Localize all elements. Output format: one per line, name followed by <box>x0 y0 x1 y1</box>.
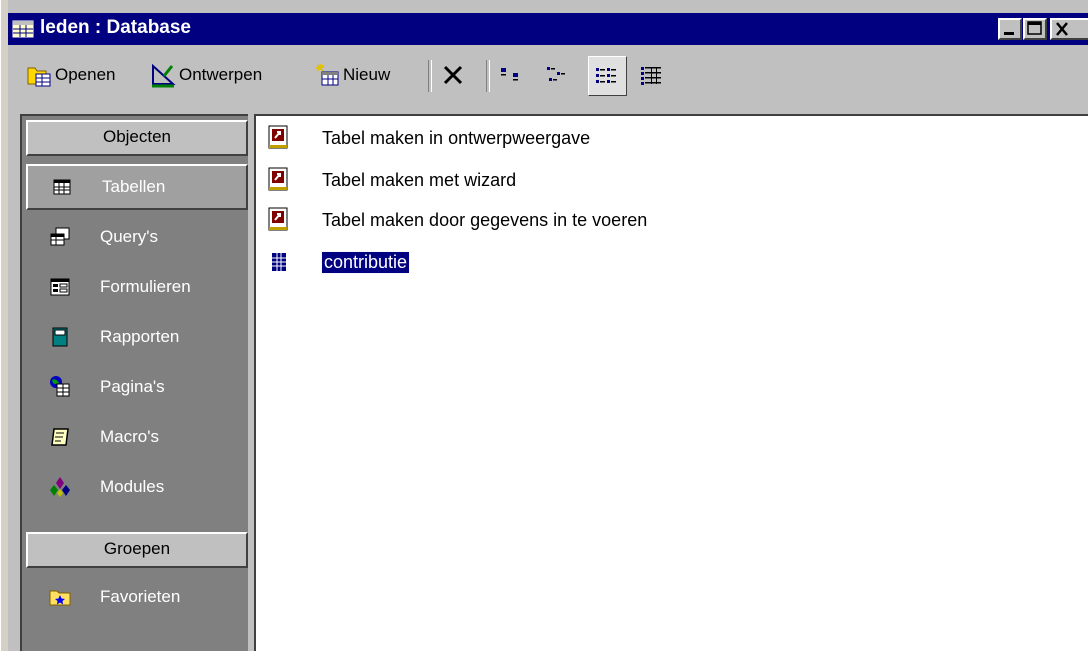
shortcut-icon <box>266 207 292 233</box>
sidebar-item-label: Formulieren <box>100 277 191 296</box>
sidebar-item-paginas[interactable]: Pagina's <box>26 364 248 410</box>
list-item[interactable]: Tabel maken in ontwerpweergave <box>266 122 590 154</box>
sidebar-item-querys[interactable]: Query's <box>26 214 248 260</box>
list-item-label: contributie <box>320 250 411 274</box>
sidebar-item-label: Rapporten <box>100 327 180 346</box>
design-icon <box>150 62 176 88</box>
title-bar[interactable]: leden : Database <box>8 13 1088 45</box>
object-list: Tabel maken in ontwerpweergave Tabel mak… <box>254 114 1088 651</box>
close-button[interactable] <box>1050 18 1088 40</box>
small-icons-view-button[interactable] <box>544 54 573 96</box>
sidebar-item-rapporten[interactable]: Rapporten <box>26 314 248 360</box>
details-view-button[interactable] <box>638 54 667 96</box>
sidebar-item-label: Macro's <box>100 427 159 446</box>
groups-header[interactable]: Groepen <box>26 532 248 568</box>
design-label: Ontwerpen <box>179 65 263 84</box>
new-icon <box>314 62 340 88</box>
sidebar-item-formulieren[interactable]: Formulieren <box>26 264 248 310</box>
new-button[interactable]: Nieuw <box>314 54 390 96</box>
page-icon <box>48 375 72 399</box>
table-icon <box>266 249 292 275</box>
table-icon <box>50 175 74 199</box>
database-window-icon <box>12 20 34 38</box>
sidebar-item-label: Tabellen <box>102 177 166 196</box>
list-item-label: Tabel maken in ontwerpweergave <box>322 127 591 148</box>
list-item-label: Tabel maken met wizard <box>322 169 517 190</box>
sidebar-item-tabellen[interactable]: Tabellen <box>26 164 248 210</box>
window-frame-left <box>0 0 8 651</box>
list-item-selected[interactable]: contributie <box>266 246 411 278</box>
favorites-folder-icon <box>48 585 72 609</box>
database-pane: Objecten Tabellen Query's Formulieren Ra… <box>8 112 1088 651</box>
large-icons-view-icon <box>498 62 524 88</box>
database-window: leden : Database Openen Ontwerpen Nieuw … <box>0 0 1088 651</box>
sidebar-item-label: Modules <box>100 477 165 496</box>
new-label: Nieuw <box>343 65 391 84</box>
sidebar-item-label: Favorieten <box>100 587 181 606</box>
objects-header[interactable]: Objecten <box>26 120 248 156</box>
window-title: leden : Database <box>40 17 191 38</box>
module-icon <box>48 475 72 499</box>
shortcut-icon <box>266 167 292 193</box>
delete-button[interactable] <box>440 54 469 96</box>
toolbar: Openen Ontwerpen Nieuw <box>8 50 1088 108</box>
open-label: Openen <box>55 65 116 84</box>
macro-icon <box>48 425 72 449</box>
form-icon <box>48 275 72 299</box>
details-view-icon <box>638 62 664 88</box>
sidebar-item-macros[interactable]: Macro's <box>26 414 248 460</box>
list-item[interactable]: Tabel maken met wizard <box>266 164 516 196</box>
list-view-icon <box>593 63 619 89</box>
delete-x-icon <box>440 62 466 88</box>
query-icon <box>48 225 72 249</box>
large-icons-view-button[interactable] <box>498 54 527 96</box>
toolbar-separator <box>428 60 432 92</box>
maximize-button[interactable] <box>1023 18 1047 40</box>
sidebar-item-modules[interactable]: Modules <box>26 464 248 510</box>
list-item-label: Tabel maken door gegevens in te voeren <box>322 209 648 230</box>
report-icon <box>48 325 72 349</box>
sidebar-item-label: Query's <box>100 227 159 246</box>
open-button[interactable]: Openen <box>26 54 116 96</box>
objects-bar: Objecten Tabellen Query's Formulieren Ra… <box>20 114 248 651</box>
list-view-button[interactable] <box>588 56 627 96</box>
toolbar-separator <box>486 60 490 92</box>
minimize-button[interactable] <box>998 18 1022 40</box>
small-icons-view-icon <box>544 62 570 88</box>
shortcut-icon <box>266 125 292 151</box>
sidebar-item-label: Pagina's <box>100 377 165 396</box>
list-item[interactable]: Tabel maken door gegevens in te voeren <box>266 204 647 236</box>
sidebar-item-favorieten[interactable]: Favorieten <box>26 574 248 620</box>
open-icon <box>26 62 52 88</box>
design-button[interactable]: Ontwerpen <box>150 54 262 96</box>
